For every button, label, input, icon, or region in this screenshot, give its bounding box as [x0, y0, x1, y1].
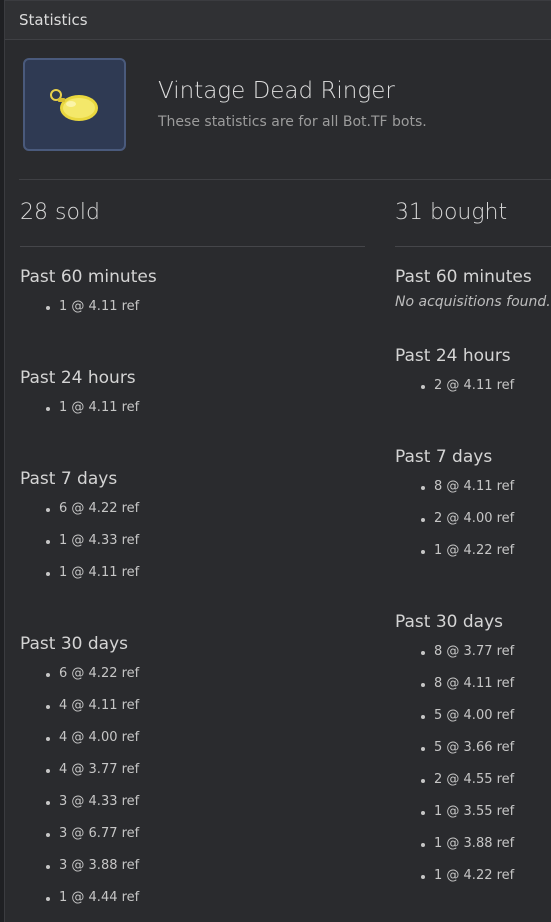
list-item: 4 @ 4.00 ref	[20, 726, 139, 758]
sold-section-24-hours: Past 24 hours 1 @ 4.11 ref	[20, 366, 139, 428]
entry-list: 2 @ 4.11 ref	[395, 374, 514, 406]
divider	[20, 246, 365, 247]
item-summary: Vintage Dead Ringer These statistics are…	[23, 58, 551, 153]
section-heading: Past 24 hours	[20, 368, 136, 388]
bought-section-24-hours: Past 24 hours 2 @ 4.11 ref	[395, 344, 514, 406]
list-item: 5 @ 3.66 ref	[395, 736, 514, 768]
list-item: 6 @ 4.22 ref	[20, 497, 139, 529]
sold-section-30-days: Past 30 days 6 @ 4.22 ref 4 @ 4.11 ref 4…	[20, 632, 139, 918]
list-item: 1 @ 3.88 ref	[395, 832, 514, 864]
item-image[interactable]	[23, 58, 126, 151]
list-item: 5 @ 4.00 ref	[395, 704, 514, 736]
list-item: 3 @ 6.77 ref	[20, 822, 139, 854]
list-item: 3 @ 3.88 ref	[20, 854, 139, 886]
bought-column: 31 bought Past 60 minutes No acquisition…	[395, 197, 551, 883]
list-item: 4 @ 3.77 ref	[20, 758, 139, 790]
section-heading: Past 7 days	[20, 469, 118, 489]
section-heading: Past 30 days	[395, 612, 503, 632]
list-item: 2 @ 4.11 ref	[395, 374, 514, 406]
bought-count: 31 bought	[395, 200, 508, 225]
empty-message: No acquisitions found.	[395, 294, 551, 310]
bought-section-60-minutes: Past 60 minutes No acquisitions found.	[395, 265, 551, 310]
list-item: 1 @ 4.22 ref	[395, 864, 514, 896]
list-item: 1 @ 4.11 ref	[20, 396, 139, 428]
sold-section-60-minutes: Past 60 minutes 1 @ 4.11 ref	[20, 265, 157, 327]
list-item: 2 @ 4.55 ref	[395, 768, 514, 800]
bought-section-30-days: Past 30 days 8 @ 3.77 ref 8 @ 4.11 ref 5…	[395, 610, 514, 896]
divider	[395, 246, 551, 247]
item-subtitle: These statistics are for all Bot.TF bots…	[158, 114, 427, 130]
list-item: 1 @ 4.11 ref	[20, 561, 139, 593]
section-heading: Past 60 minutes	[395, 267, 532, 287]
list-item: 2 @ 4.00 ref	[395, 507, 514, 539]
list-item: 1 @ 4.11 ref	[20, 295, 157, 327]
list-item: 6 @ 4.22 ref	[20, 662, 139, 694]
divider	[19, 179, 551, 180]
list-item: 1 @ 4.33 ref	[20, 529, 139, 561]
section-heading: Past 60 minutes	[20, 267, 157, 287]
list-item: 1 @ 4.44 ref	[20, 886, 139, 918]
sold-count: 28 sold	[20, 200, 100, 225]
dead-ringer-watch-icon	[50, 89, 98, 121]
list-item: 4 @ 4.11 ref	[20, 694, 139, 726]
entry-list: 6 @ 4.22 ref 4 @ 4.11 ref 4 @ 4.00 ref 4…	[20, 662, 139, 918]
list-item: 8 @ 3.77 ref	[395, 640, 514, 672]
entry-list: 1 @ 4.11 ref	[20, 295, 157, 327]
list-item: 8 @ 4.11 ref	[395, 475, 514, 507]
section-heading: Past 30 days	[20, 634, 128, 654]
entry-list: 8 @ 4.11 ref 2 @ 4.00 ref 1 @ 4.22 ref	[395, 475, 514, 571]
list-item: 3 @ 4.33 ref	[20, 790, 139, 822]
entry-list: 1 @ 4.11 ref	[20, 396, 139, 428]
item-name: Vintage Dead Ringer	[158, 78, 395, 104]
bought-section-7-days: Past 7 days 8 @ 4.11 ref 2 @ 4.00 ref 1 …	[395, 445, 514, 571]
section-heading: Past 7 days	[395, 447, 493, 467]
list-item: 1 @ 4.22 ref	[395, 539, 514, 571]
statistics-panel: Statistics Vintage Dead Ringer These sta…	[4, 0, 551, 922]
panel-title: Statistics	[5, 1, 551, 40]
sold-column: 28 sold Past 60 minutes 1 @ 4.11 ref Pas…	[20, 197, 365, 905]
sold-section-7-days: Past 7 days 6 @ 4.22 ref 1 @ 4.33 ref 1 …	[20, 467, 139, 593]
entry-list: 6 @ 4.22 ref 1 @ 4.33 ref 1 @ 4.11 ref	[20, 497, 139, 593]
section-heading: Past 24 hours	[395, 346, 511, 366]
list-item: 1 @ 3.55 ref	[395, 800, 514, 832]
entry-list: 8 @ 3.77 ref 8 @ 4.11 ref 5 @ 4.00 ref 5…	[395, 640, 514, 896]
list-item: 8 @ 4.11 ref	[395, 672, 514, 704]
